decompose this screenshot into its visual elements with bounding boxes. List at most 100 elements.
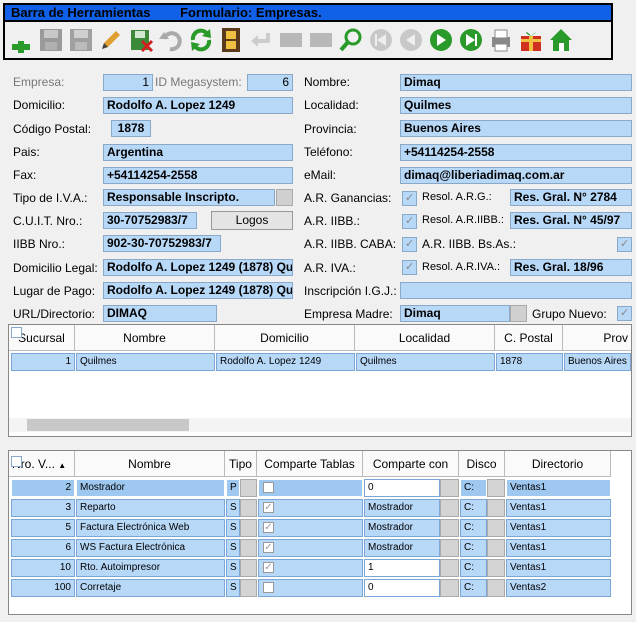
print-icon[interactable]	[487, 26, 515, 54]
delete-icon[interactable]	[127, 26, 155, 54]
column-header-disco[interactable]: Disco	[459, 451, 505, 477]
blank-icon[interactable]	[307, 26, 335, 54]
horizontal-scrollbar[interactable]	[9, 418, 631, 432]
column-header-domicilio[interactable]: Domicilio	[215, 325, 355, 351]
ar-iibb-bsas-checkbox[interactable]: ✓	[617, 237, 632, 252]
ar-ganancias-checkbox[interactable]: ✓	[402, 191, 417, 206]
cell-comparte-con[interactable]: 0	[364, 579, 440, 597]
dropdown-button[interactable]	[487, 479, 505, 497]
unchecked-checkbox[interactable]	[263, 582, 274, 593]
column-header-directorio[interactable]: Directorio	[505, 451, 611, 477]
domicilio-field[interactable]: Rodolfo A. Lopez 1249	[103, 97, 293, 114]
cell-nombre[interactable]: WS Factura Electrónica	[76, 539, 225, 557]
cell-comparte-tablas[interactable]	[258, 479, 363, 497]
cell-sucursal[interactable]: 1	[11, 353, 75, 371]
logos-button[interactable]: Logos	[211, 211, 293, 230]
dropdown-button[interactable]	[487, 519, 505, 537]
cell-directorio[interactable]: Ventas2	[506, 579, 611, 597]
column-header-nombre[interactable]: Nombre	[75, 451, 225, 477]
tipo-iva-dropdown-button[interactable]	[276, 189, 293, 206]
select-all-checkbox[interactable]	[11, 327, 22, 338]
dropdown-button[interactable]	[440, 579, 459, 597]
codigo-postal-field[interactable]: 1878	[111, 120, 151, 137]
undo-icon[interactable]	[157, 26, 185, 54]
save-as-icon[interactable]	[67, 26, 95, 54]
fax-field[interactable]: +54114254-2558	[103, 167, 293, 184]
checked-checkbox[interactable]: ✓	[263, 502, 274, 513]
telefono-field[interactable]: +54114254-2558	[400, 144, 632, 161]
film-icon[interactable]	[217, 26, 245, 54]
search-icon[interactable]	[337, 26, 365, 54]
cell-nro[interactable]: 5	[11, 519, 75, 537]
column-header-comparte-tablas[interactable]: Comparte Tablas	[257, 451, 363, 477]
select-all-checkbox[interactable]	[11, 456, 22, 467]
column-header-comparte-con[interactable]: Comparte con	[363, 451, 459, 477]
column-header-tipo[interactable]: Tipo	[225, 451, 257, 477]
unchecked-checkbox[interactable]	[263, 482, 274, 493]
cell-directorio[interactable]: Ventas1	[506, 539, 611, 557]
home-icon[interactable]	[547, 26, 575, 54]
email-field[interactable]: dimaq@liberiadimaq.com.ar	[400, 167, 632, 184]
next-icon[interactable]	[427, 26, 455, 54]
cell-comparte-tablas[interactable]	[258, 579, 363, 597]
dropdown-button[interactable]	[487, 579, 505, 597]
refresh-icon[interactable]	[187, 26, 215, 54]
cell-directorio[interactable]: Ventas1	[506, 479, 611, 497]
dropdown-button[interactable]	[240, 479, 257, 497]
cell-comparte-tablas[interactable]: ✓	[258, 559, 363, 577]
cell-provincia[interactable]: Buenos Aires	[564, 353, 631, 371]
cell-nombre[interactable]: Factura Electrónica Web	[76, 519, 225, 537]
add-icon[interactable]	[7, 26, 35, 54]
cell-nombre[interactable]: Reparto	[76, 499, 225, 517]
nombre-field[interactable]: Dimaq	[400, 74, 632, 91]
column-header-localidad[interactable]: Localidad	[355, 325, 495, 351]
prev-icon[interactable]	[397, 26, 425, 54]
ar-iva-checkbox[interactable]: ✓	[402, 260, 417, 275]
cell-comparte-con[interactable]: 0	[364, 479, 440, 497]
cell-codigo-postal[interactable]: 1878	[496, 353, 563, 371]
checked-checkbox[interactable]: ✓	[263, 522, 274, 533]
cell-comparte-tablas[interactable]: ✓	[258, 499, 363, 517]
cell-disco[interactable]: C:	[460, 519, 487, 537]
cell-domicilio[interactable]: Rodolfo A. Lopez 1249	[216, 353, 355, 371]
cell-tipo[interactable]: P	[226, 479, 240, 497]
cell-nombre[interactable]: Mostrador	[76, 479, 225, 497]
cell-tipo[interactable]: S	[226, 519, 240, 537]
checked-checkbox[interactable]: ✓	[263, 542, 274, 553]
last-icon[interactable]	[457, 26, 485, 54]
edit-icon[interactable]	[97, 26, 125, 54]
cell-comparte-con[interactable]: 1	[364, 559, 440, 577]
cell-comparte-con[interactable]: Mostrador	[364, 539, 440, 557]
dropdown-button[interactable]	[440, 519, 459, 537]
cell-nro[interactable]: 6	[11, 539, 75, 557]
blank-icon[interactable]	[277, 26, 305, 54]
cell-nro[interactable]: 100	[11, 579, 75, 597]
resol-arg-field[interactable]: Res. Gral. N° 2784	[510, 189, 632, 206]
cell-tipo[interactable]: S	[226, 499, 240, 517]
ar-iibb-caba-checkbox[interactable]: ✓	[402, 237, 417, 252]
ar-iibb-checkbox[interactable]: ✓	[402, 214, 417, 229]
empresa-field[interactable]: 1	[103, 74, 153, 91]
cell-comparte-con[interactable]: Mostrador	[364, 519, 440, 537]
cell-nombre[interactable]: Rto. Autoimpresor	[76, 559, 225, 577]
dropdown-button[interactable]	[440, 539, 459, 557]
domicilio-legal-field[interactable]: Rodolfo A. Lopez 1249 (1878) Qu	[103, 259, 293, 276]
dropdown-button[interactable]	[487, 559, 505, 577]
resol-ariva-field[interactable]: Res. Gral. 18/96	[510, 259, 632, 276]
dropdown-button[interactable]	[440, 559, 459, 577]
cell-comparte-con[interactable]: Mostrador	[364, 499, 440, 517]
dropdown-button[interactable]	[240, 519, 257, 537]
cell-disco[interactable]: C:	[460, 559, 487, 577]
tipo-iva-select[interactable]: Responsable Inscripto.	[103, 189, 275, 206]
dropdown-button[interactable]	[487, 499, 505, 517]
cell-localidad[interactable]: Quilmes	[356, 353, 495, 371]
cell-nombre[interactable]: Corretaje	[76, 579, 225, 597]
iibb-field[interactable]: 902-30-70752983/7	[103, 235, 221, 252]
cell-directorio[interactable]: Ventas1	[506, 559, 611, 577]
cell-tipo[interactable]: S	[226, 559, 240, 577]
dropdown-button[interactable]	[240, 579, 257, 597]
column-header-nombre[interactable]: Nombre	[75, 325, 215, 351]
column-header-codigo-postal[interactable]: C. Postal	[495, 325, 563, 351]
dropdown-button[interactable]	[240, 499, 257, 517]
dropdown-button[interactable]	[440, 479, 459, 497]
